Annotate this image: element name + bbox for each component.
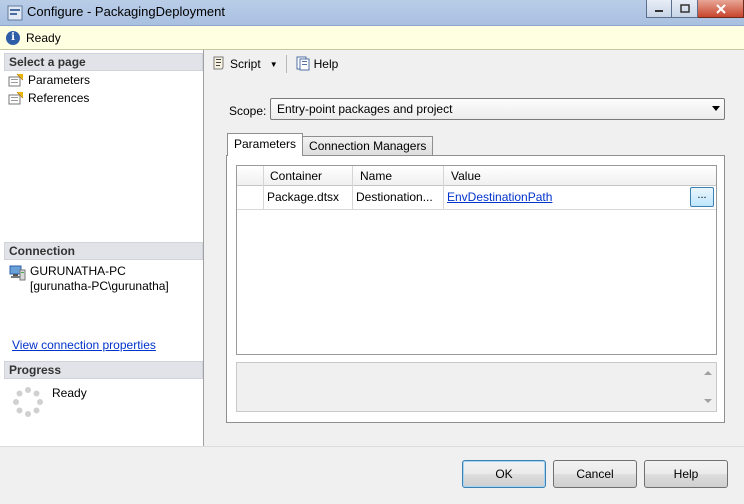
row-header-column (237, 166, 264, 186)
maximize-icon (679, 4, 690, 13)
app-icon (7, 5, 23, 21)
page-item-label: References (28, 91, 90, 105)
minimize-button[interactable] (646, 0, 672, 18)
close-button[interactable] (698, 0, 744, 18)
help-icon (295, 55, 311, 74)
connection-header: Connection (4, 242, 203, 260)
scroll-down-icon[interactable] (704, 399, 712, 403)
left-pane: Select a page Parameters References Conn… (0, 50, 204, 446)
connection-info: GURUNATHA-PC [gurunatha-PC\gurunatha] (8, 264, 169, 294)
script-button[interactable]: Script ▼ (208, 53, 281, 76)
close-icon (715, 3, 726, 14)
parameters-tab-panel: Container Name Value Package.dtsx Destio… (226, 155, 725, 423)
tab-parameters[interactable]: Parameters (227, 133, 304, 156)
title-bar[interactable]: Configure - PackagingDeployment (0, 0, 744, 26)
progress-header: Progress (4, 361, 203, 379)
grid-header: Container Name Value (237, 166, 716, 186)
view-connection-properties-link[interactable]: View connection properties (12, 338, 156, 352)
page-icon (8, 73, 24, 87)
window-title: Configure - PackagingDeployment (27, 4, 225, 19)
maximize-button[interactable] (672, 0, 698, 18)
page-icon (8, 91, 24, 105)
right-pane: Script ▼ Help Scope: Entry-point package… (205, 50, 744, 446)
page-item-references[interactable]: References (8, 89, 89, 107)
toolbar-separator (285, 55, 287, 73)
server-name: GURUNATHA-PC (30, 264, 126, 278)
column-header-container[interactable]: Container (264, 166, 353, 186)
help-toolbar-button[interactable]: Help (292, 53, 342, 76)
help-label: Help (313, 57, 339, 71)
chevron-down-icon (712, 106, 720, 111)
script-icon (211, 55, 227, 74)
description-scrollbar[interactable] (699, 363, 716, 411)
progress-text: Ready (52, 386, 87, 400)
column-header-value[interactable]: Value (444, 166, 690, 186)
dropdown-caret-icon[interactable]: ▼ (270, 60, 278, 69)
page-item-label: Parameters (28, 73, 91, 87)
status-text: Ready (26, 31, 61, 45)
minimize-icon (655, 9, 663, 12)
script-label: Script (230, 57, 261, 71)
dialog-footer: OK Cancel Help (0, 446, 744, 504)
row-selector[interactable] (237, 186, 264, 209)
tab-strip: Parameters Connection Managers (227, 133, 434, 156)
scope-value: Entry-point packages and project (277, 102, 453, 116)
column-header-name[interactable]: Name (353, 166, 444, 186)
ellipsis-button[interactable]: ... (690, 187, 714, 207)
scope-dropdown[interactable]: Entry-point packages and project (270, 98, 725, 120)
info-icon: i (6, 31, 20, 45)
cell-value[interactable]: EnvDestinationPath (444, 186, 690, 209)
window-controls (646, 0, 744, 20)
description-panel (236, 362, 717, 412)
cell-name[interactable]: Destionation... (353, 186, 444, 209)
status-bar: i Ready (0, 26, 744, 50)
scroll-up-icon[interactable] (704, 371, 712, 375)
page-item-parameters[interactable]: Parameters (8, 71, 90, 89)
table-row[interactable]: Package.dtsx Destionation... EnvDestinat… (237, 186, 716, 210)
tab-connection-managers[interactable]: Connection Managers (302, 136, 434, 156)
select-page-header: Select a page (4, 53, 203, 71)
help-button[interactable]: Help (644, 460, 728, 488)
cell-container[interactable]: Package.dtsx (264, 186, 353, 209)
parameters-grid[interactable]: Container Name Value Package.dtsx Destio… (236, 165, 717, 355)
server-icon (8, 264, 26, 294)
progress-spinner-icon (12, 386, 44, 418)
scope-label: Scope: (229, 104, 267, 118)
value-link[interactable]: EnvDestinationPath (447, 190, 552, 204)
ok-button[interactable]: OK (462, 460, 546, 488)
cancel-button[interactable]: Cancel (553, 460, 637, 488)
toolbar: Script ▼ Help (205, 50, 744, 78)
progress-info: Ready (12, 386, 87, 418)
user-name: [gurunatha-PC\gurunatha] (30, 279, 169, 293)
